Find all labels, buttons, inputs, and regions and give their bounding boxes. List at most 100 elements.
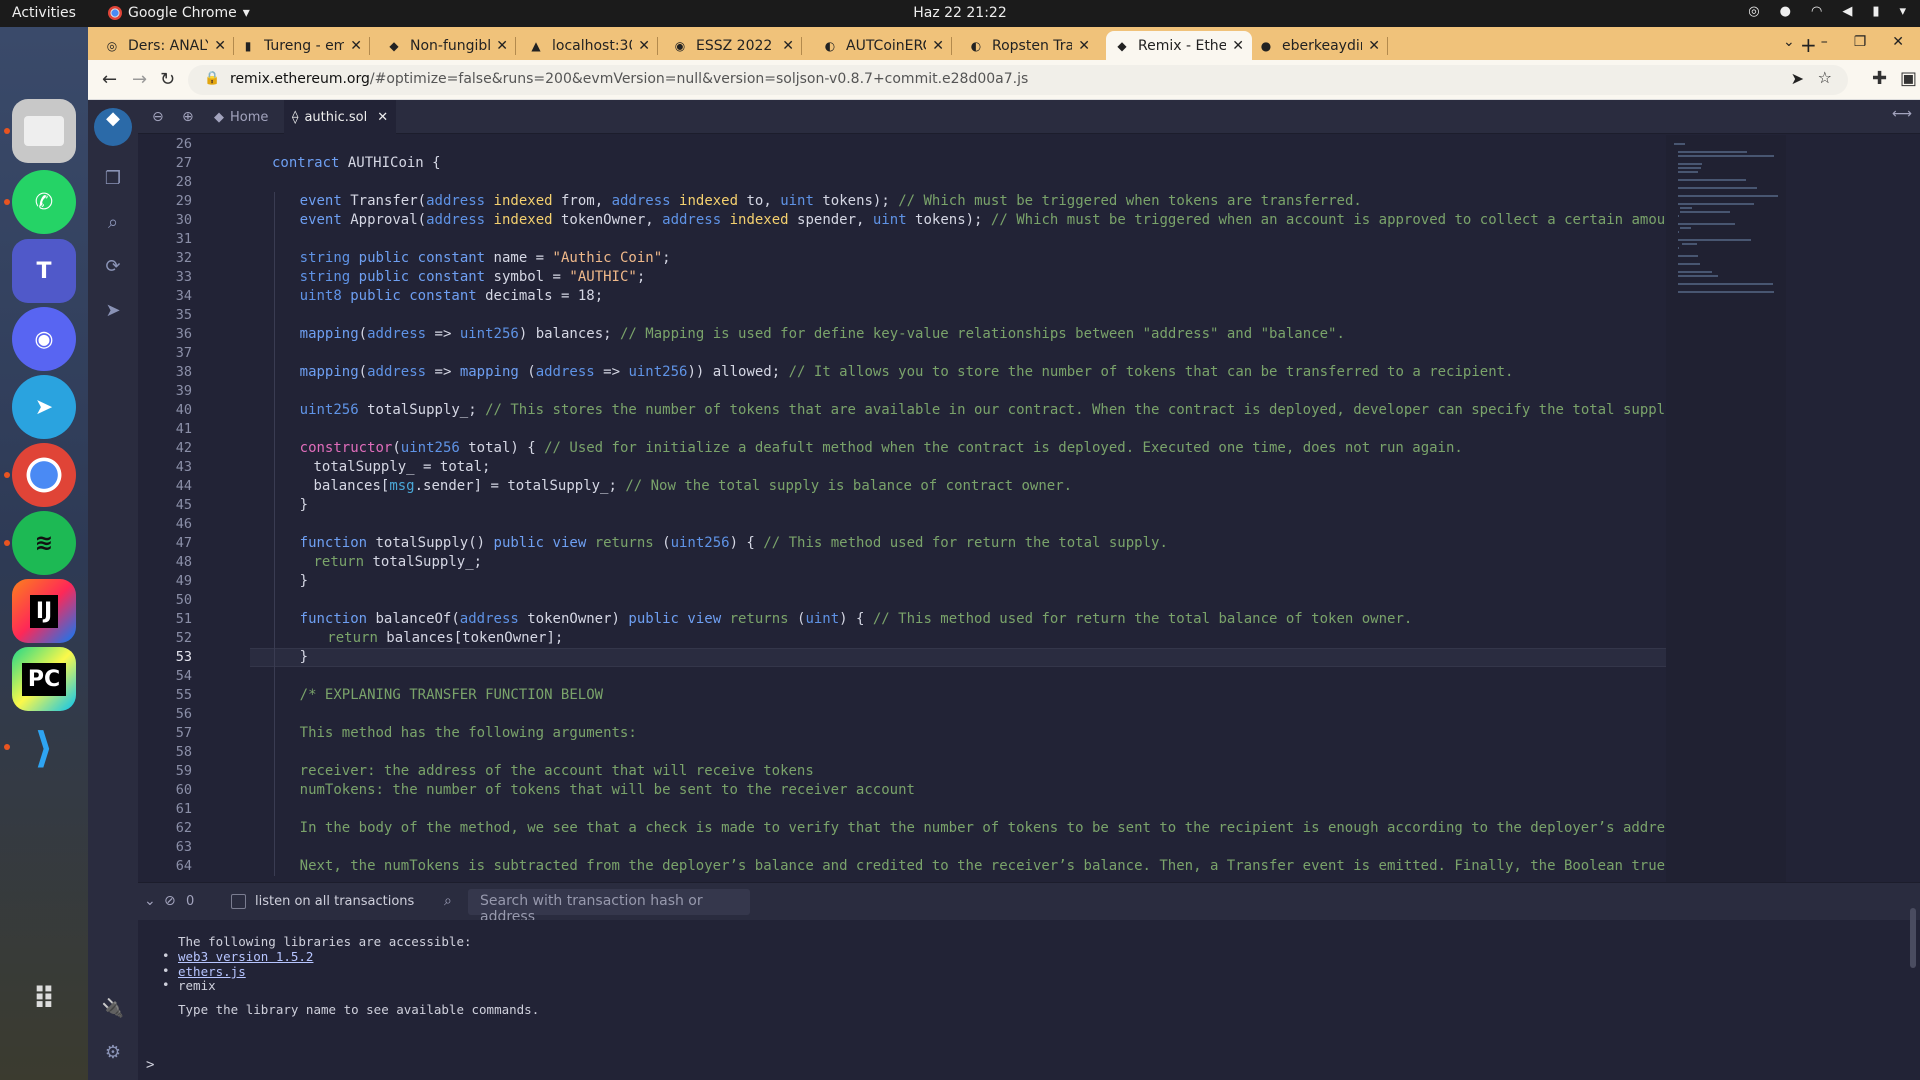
remix-logo-icon[interactable]: ◆ <box>94 108 132 146</box>
vscode-icon[interactable]: ⟩ <box>12 715 76 779</box>
close-window-button[interactable]: ✕ <box>1892 34 1904 50</box>
zoom-out-icon[interactable]: ⊖ <box>152 109 164 125</box>
volume-icon[interactable]: ◀ <box>1842 4 1852 19</box>
minimap-line <box>1678 223 1735 225</box>
bookmark-star-icon[interactable]: ☆ <box>1818 68 1832 87</box>
show-apps-icon[interactable]: ⠿ <box>12 967 76 1031</box>
code-token: uint256 <box>299 402 359 418</box>
terminal-prompt[interactable]: > <box>146 1057 154 1073</box>
side-panel-icon[interactable]: ▣ <box>1900 68 1917 89</box>
tab-authic-sol[interactable]: ⟠ authic.sol ✕ <box>284 100 397 134</box>
files-icon[interactable] <box>12 99 76 163</box>
reload-button[interactable]: ↻ <box>160 69 175 90</box>
deploy-run-icon[interactable]: ➤ <box>101 300 125 324</box>
browser-tab[interactable]: ◆ Non-fungible to ✕ <box>378 31 516 60</box>
send-to-device-icon[interactable]: ➤ <box>1791 69 1804 88</box>
collapse-terminal-icon[interactable]: ⌄ <box>144 893 156 909</box>
browser-tab[interactable]: ◉ ESSZ 2022 ✕ <box>664 31 802 60</box>
close-tab-icon[interactable]: ✕ <box>932 38 944 54</box>
code-token: uint256 <box>628 364 688 380</box>
extensions-icon[interactable]: ✚ <box>1872 68 1887 89</box>
battery-icon[interactable]: ▮ <box>1872 4 1879 19</box>
web3-link[interactable]: web3 version 1.5.2 <box>178 949 313 964</box>
telegram-icon[interactable]: ➤ <box>12 375 76 439</box>
terminal-output[interactable]: The following libraries are accessible: … <box>138 908 1920 1080</box>
line-number: 58 <box>175 744 192 760</box>
code-token: } <box>299 649 309 665</box>
close-tab-icon[interactable]: ✕ <box>1078 38 1090 54</box>
browser-tab[interactable]: ◆ Remix - Ethereum ✕ <box>1106 31 1252 60</box>
minimize-button[interactable]: – <box>1821 34 1828 50</box>
ethers-link[interactable]: ethers.js <box>178 964 246 979</box>
maximize-button[interactable]: ❐ <box>1854 34 1867 50</box>
search-icon[interactable]: ⌕ <box>101 212 125 236</box>
chrome-icon[interactable] <box>12 443 76 507</box>
code-token: } <box>299 573 309 589</box>
listen-all-transactions-checkbox[interactable] <box>231 894 246 909</box>
forward-button[interactable]: → <box>132 69 147 90</box>
minimap[interactable] <box>1666 135 1786 882</box>
power-menu-icon[interactable]: ▾ <box>1899 4 1906 19</box>
line-number: 37 <box>175 345 192 361</box>
expand-panel-icon[interactable]: ⟷ <box>1892 106 1912 122</box>
line-number: 34 <box>175 288 192 304</box>
terminal-scrollbar[interactable] <box>1910 908 1916 968</box>
code-token: public <box>350 288 401 304</box>
code-token: ) { <box>839 611 873 627</box>
close-tab-icon[interactable]: ✕ <box>782 38 794 54</box>
spotify-icon[interactable]: ≋ <box>12 511 76 575</box>
whatsapp-tray-icon[interactable]: ◎ <box>1748 4 1759 19</box>
plugin-manager-icon[interactable]: 🔌 <box>101 998 125 1022</box>
clear-console-icon[interactable]: ⊘ <box>164 893 176 909</box>
tab-title: Tureng - emerge <box>264 37 345 54</box>
teams-icon[interactable]: T <box>12 239 76 303</box>
system-tray[interactable]: ◎ ● ◠ ◀ ▮ ▾ <box>1748 4 1906 19</box>
solidity-compiler-icon[interactable]: ⟳ <box>101 256 125 280</box>
discord-icon[interactable]: ◉ <box>12 307 76 371</box>
code-token: numTokens: the number of tokens that wil… <box>299 782 915 798</box>
code-line: uint8 public constant decimals = 18; <box>300 287 603 306</box>
browser-tab[interactable]: ◎ Ders: ANALYSIS O ✕ <box>96 31 234 60</box>
discord-tray-icon[interactable]: ● <box>1780 4 1791 19</box>
tab-home[interactable]: ◆ Home <box>206 100 276 134</box>
close-tab-icon[interactable]: ✕ <box>1232 38 1244 54</box>
close-tab-icon[interactable]: ✕ <box>496 38 508 54</box>
settings-gear-icon[interactable]: ⚙ <box>101 1042 125 1066</box>
close-tab-icon[interactable]: ✕ <box>638 38 650 54</box>
running-indicator <box>4 744 10 750</box>
ethereum-icon: ◆ <box>389 38 399 53</box>
clock[interactable]: Haz 22 21:22 <box>0 5 1920 21</box>
browser-tab[interactable]: ◐ AUTCoinERC20 | ✕ <box>814 31 952 60</box>
code-token: receiver: the address of the account tha… <box>299 763 814 779</box>
minimap-line <box>1678 167 1701 169</box>
address-bar[interactable]: 🔒 remix.ethereum.org/#optimize=false&run… <box>188 65 1848 95</box>
code-token: address <box>662 212 722 228</box>
close-tab-icon[interactable]: ✕ <box>214 38 226 54</box>
browser-tab[interactable]: ▮ Tureng - emerge ✕ <box>232 31 370 60</box>
close-tab-icon[interactable]: ✕ <box>350 38 362 54</box>
browser-tab[interactable]: ▲ localhost:3000 ✕ <box>520 31 658 60</box>
zoom-in-icon[interactable]: ⊕ <box>182 109 194 125</box>
close-tab-icon[interactable]: ✕ <box>1368 38 1380 54</box>
lock-icon[interactable]: 🔒 <box>204 71 220 86</box>
minimap-line <box>1678 239 1751 241</box>
close-tab-icon[interactable]: ✕ <box>377 110 388 125</box>
file-explorer-icon[interactable]: ❐ <box>101 168 125 192</box>
browser-tab[interactable]: ◐ Ropsten Transac ✕ <box>960 31 1098 60</box>
remix-ide: ◆ ❐ ⌕ ⟳ ➤ 🔌 ⚙ ⊖ ⊕ ◆ Home ⟠ authic.sol ✕ … <box>88 100 1920 1080</box>
tab-search-icon[interactable]: ⌄ <box>1783 34 1795 50</box>
wifi-icon[interactable]: ◠ <box>1811 4 1822 19</box>
code-editor[interactable]: 26 27 contract AUTHICoin {28 29 event Transf… <box>138 135 1786 882</box>
essz-icon: ◉ <box>674 38 686 53</box>
intellij-icon[interactable]: IJ <box>12 579 76 643</box>
browser-tab[interactable]: ● eberkeaydin/ERC ✕ <box>1250 31 1388 60</box>
back-button[interactable]: ← <box>102 69 117 90</box>
whatsapp-icon[interactable]: ✆ <box>12 170 76 234</box>
code-token: // This stores the number of tokens that… <box>485 402 1786 418</box>
etherscan-icon: ◐ <box>970 38 982 53</box>
transaction-search-input[interactable]: Search with transaction hash or address <box>468 889 750 925</box>
line-number: 26 <box>175 136 192 152</box>
pycharm-icon[interactable]: PC <box>12 647 76 711</box>
